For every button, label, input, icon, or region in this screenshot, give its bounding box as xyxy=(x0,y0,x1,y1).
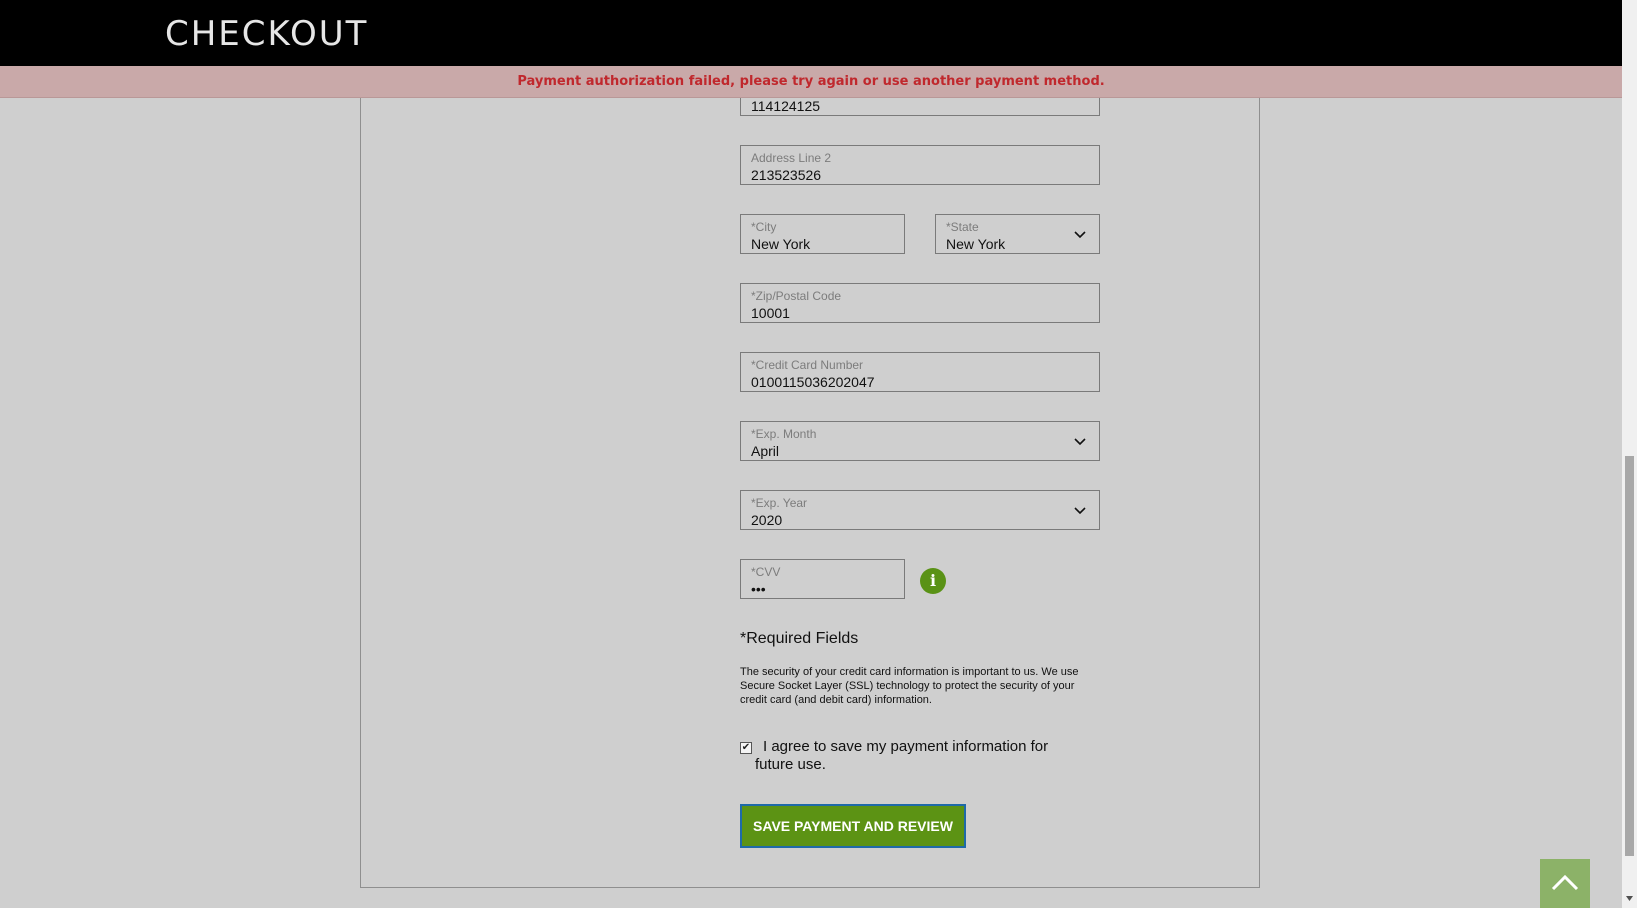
exp-year-label: *Exp. Year xyxy=(751,496,808,510)
card-number-field[interactable]: *Credit Card Number 0100115036202047 xyxy=(740,352,1100,392)
state-select[interactable]: *State New York xyxy=(935,214,1100,254)
save-payment-agreement[interactable]: ✔ I agree to save my payment information… xyxy=(740,738,1085,774)
zip-label: *Zip/Postal Code xyxy=(751,289,842,303)
scroll-down-arrow-icon[interactable] xyxy=(1625,894,1634,903)
address-line1-field[interactable]: 114124125 xyxy=(740,98,1100,116)
city-field[interactable]: *City New York xyxy=(740,214,905,254)
exp-month-label: *Exp. Month xyxy=(751,427,817,441)
chevron-up-icon xyxy=(1551,874,1579,891)
address-line2-label: Address Line 2 xyxy=(751,151,832,165)
agree-checkbox[interactable]: ✔ xyxy=(740,742,752,754)
card-number-value: 0100115036202047 xyxy=(751,374,875,390)
cvv-label: *CVV xyxy=(751,565,781,579)
exp-year-value: 2020 xyxy=(751,512,783,528)
scroll-to-top-button[interactable] xyxy=(1540,859,1590,908)
card-number-label: *Credit Card Number xyxy=(751,358,864,372)
scrollbar-thumb[interactable] xyxy=(1625,456,1634,856)
address-line2-field[interactable]: Address Line 2 213523526 xyxy=(740,145,1100,185)
page-title: CHECKOUT xyxy=(165,14,369,54)
save-payment-and-review-button[interactable]: SAVE PAYMENT AND REVIEW xyxy=(740,804,966,848)
cvv-value: ••• xyxy=(751,581,766,597)
exp-year-select[interactable]: *Exp. Year 2020 xyxy=(740,490,1100,530)
header-bar: CHECKOUT xyxy=(0,0,1622,66)
chevron-down-icon xyxy=(1074,507,1086,515)
security-notice: The security of your credit card informa… xyxy=(740,666,1079,706)
city-value: New York xyxy=(751,236,811,252)
required-fields-note: *Required Fields xyxy=(740,630,859,647)
zip-value: 10001 xyxy=(751,305,790,321)
exp-month-select[interactable]: *Exp. Month April xyxy=(740,421,1100,461)
chevron-down-icon xyxy=(1074,438,1086,446)
address-line1-value: 114124125 xyxy=(751,98,821,114)
exp-month-value: April xyxy=(751,443,780,459)
city-label: *City xyxy=(751,220,777,234)
agree-label: I agree to save my payment information f… xyxy=(755,738,1049,773)
info-icon[interactable]: i xyxy=(920,568,946,594)
page-scrollbar[interactable] xyxy=(1622,0,1637,908)
error-alert: Payment authorization failed, please try… xyxy=(0,66,1622,98)
chevron-down-icon xyxy=(1074,231,1086,239)
address-line2-value: 213523526 xyxy=(751,167,822,183)
zip-field[interactable]: *Zip/Postal Code 10001 xyxy=(740,283,1100,323)
cvv-field[interactable]: *CVV ••• xyxy=(740,559,905,599)
state-value: New York xyxy=(946,236,1006,252)
state-label: *State xyxy=(946,220,979,234)
